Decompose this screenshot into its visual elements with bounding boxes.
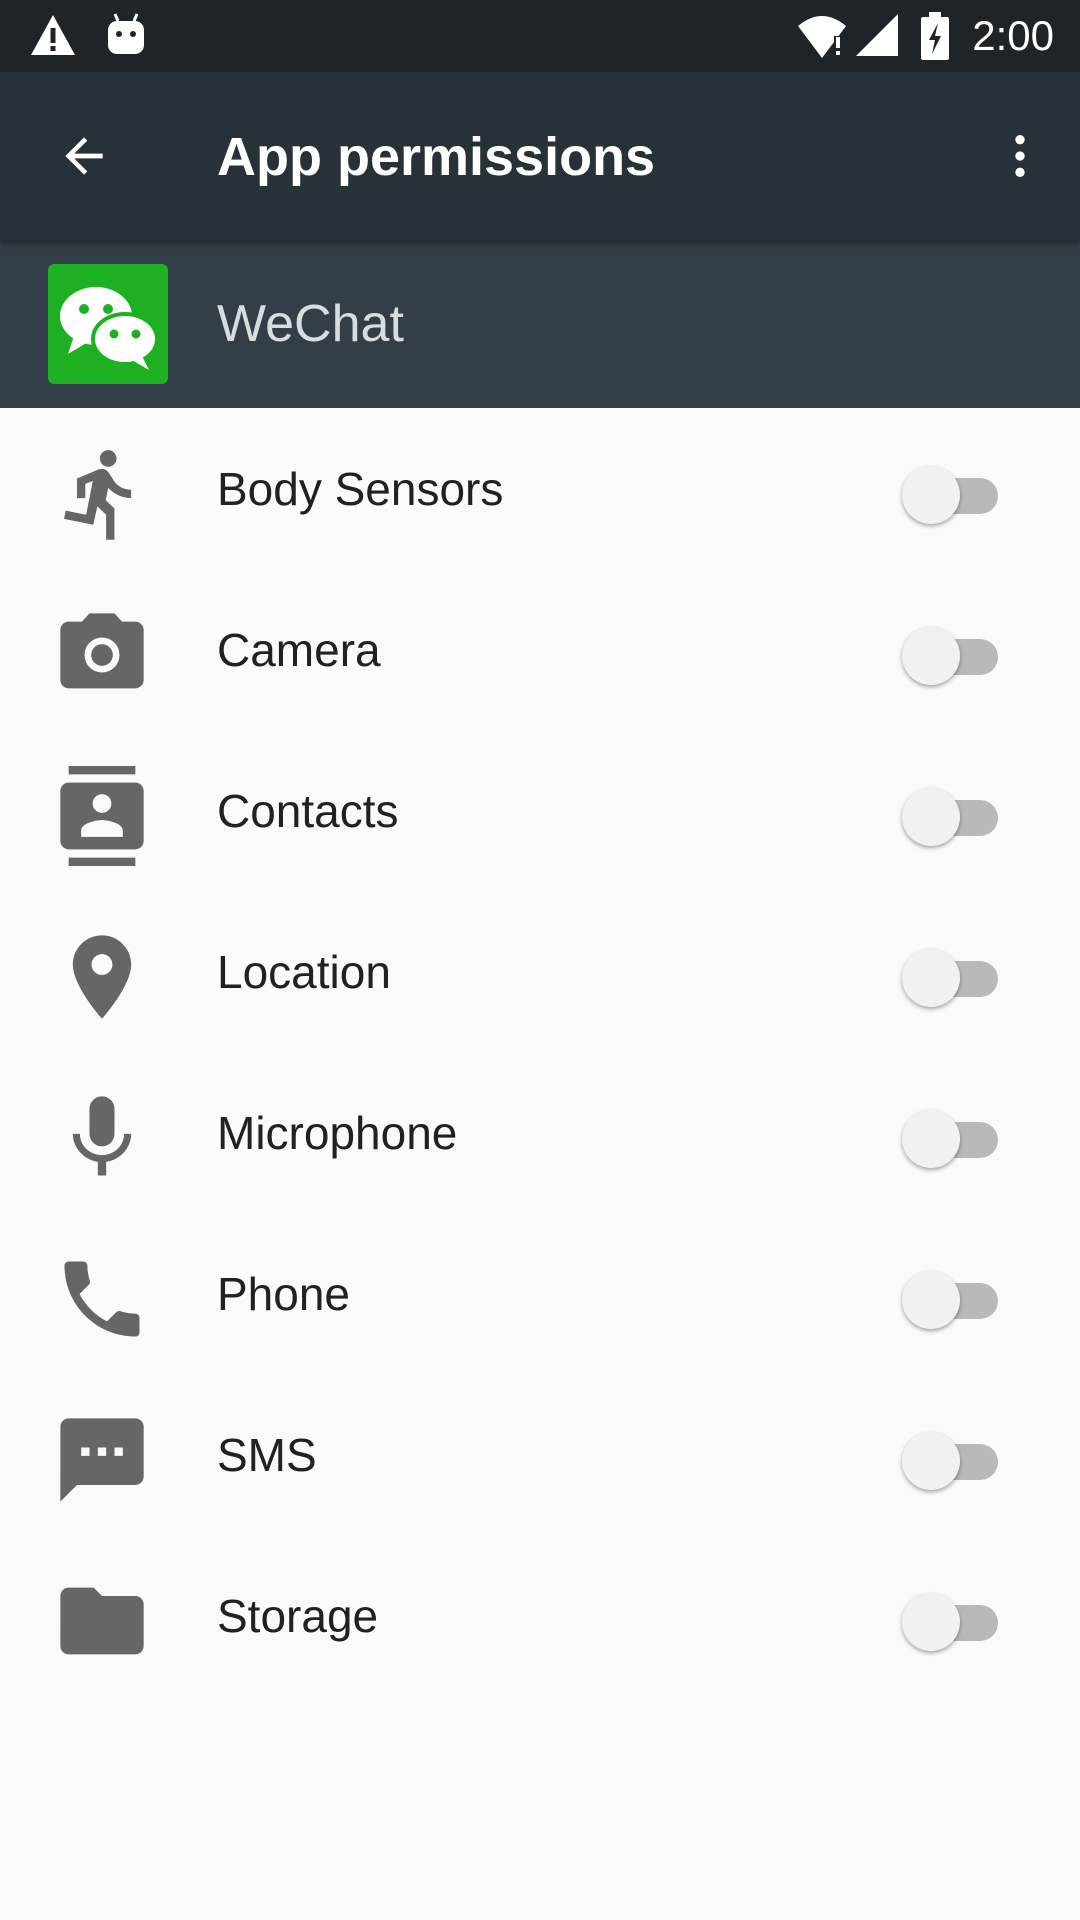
permission-list: Body Sensors Camera Contacts Location Mi…	[0, 408, 1080, 1696]
permission-row-body-sensors[interactable]: Body Sensors	[0, 408, 1080, 569]
permission-label: Body Sensors	[217, 463, 504, 515]
contacts-toggle[interactable]	[900, 780, 1004, 846]
location-pin-icon	[72, 935, 132, 1019]
permission-row-location[interactable]: Location	[0, 891, 1080, 1052]
location-toggle[interactable]	[900, 941, 1004, 1007]
toggle-thumb	[902, 788, 960, 846]
permission-row-camera[interactable]: Camera	[0, 569, 1080, 730]
toggle-thumb	[902, 466, 960, 524]
permission-row-storage[interactable]: Storage	[0, 1535, 1080, 1696]
sms-toggle[interactable]	[900, 1424, 1004, 1490]
status-bar: 2:00	[0, 0, 1080, 72]
permission-label: Contacts	[217, 785, 399, 837]
toggle-thumb	[902, 1271, 960, 1329]
toggle-thumb	[902, 627, 960, 685]
wechat-logo-icon	[48, 264, 168, 384]
app-name: WeChat	[217, 295, 404, 353]
battery-charging-icon	[921, 12, 949, 60]
toggle-thumb	[902, 949, 960, 1007]
overflow-menu-button[interactable]	[978, 114, 1062, 198]
wifi-alert-icon	[798, 16, 846, 58]
permission-row-sms[interactable]: SMS	[0, 1374, 1080, 1535]
permission-label: Storage	[217, 1590, 379, 1642]
app-header: WeChat	[0, 240, 1080, 408]
page-title: App permissions	[217, 127, 656, 187]
sms-icon	[60, 1418, 144, 1502]
permission-label: Microphone	[217, 1107, 458, 1159]
storage-toggle[interactable]	[900, 1585, 1004, 1651]
phone-toggle[interactable]	[900, 1263, 1004, 1329]
toggle-thumb	[902, 1593, 960, 1651]
permission-row-microphone[interactable]: Microphone	[0, 1052, 1080, 1213]
permission-label: SMS	[217, 1429, 317, 1481]
permission-label: Location	[217, 946, 391, 998]
microphone-icon	[72, 1096, 132, 1176]
contacts-icon	[60, 766, 144, 866]
camera-toggle[interactable]	[900, 619, 1004, 685]
folder-icon	[60, 1587, 144, 1655]
permission-label: Phone	[217, 1268, 351, 1320]
run-icon	[64, 450, 132, 540]
arrow-back-icon	[65, 137, 103, 175]
more-vert-icon	[1015, 135, 1025, 177]
body-sensors-toggle[interactable]	[900, 458, 1004, 524]
camera-icon	[60, 613, 144, 689]
android-icon	[108, 13, 144, 54]
toolbar: App permissions	[0, 72, 1080, 240]
permission-label: Camera	[217, 624, 381, 676]
status-time: 2:00	[972, 12, 1054, 59]
warning-icon	[31, 15, 75, 55]
signal-icon	[856, 14, 898, 56]
back-button[interactable]	[42, 114, 126, 198]
toggle-thumb	[902, 1432, 960, 1490]
permission-row-contacts[interactable]: Contacts	[0, 730, 1080, 891]
phone-icon	[64, 1261, 140, 1337]
toggle-thumb	[902, 1110, 960, 1168]
permission-row-phone[interactable]: Phone	[0, 1213, 1080, 1374]
microphone-toggle[interactable]	[900, 1102, 1004, 1168]
